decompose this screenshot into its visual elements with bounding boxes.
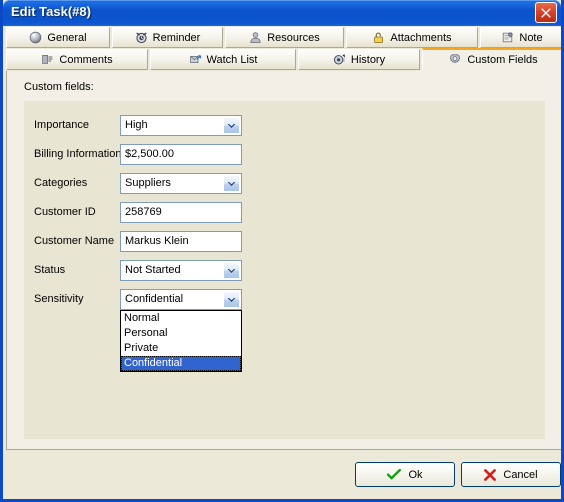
field-label: Customer Name — [34, 235, 115, 247]
field-value: High — [125, 119, 148, 131]
chevron-down-icon[interactable] — [223, 291, 240, 308]
ok-button[interactable]: Ok — [355, 462, 455, 487]
gear-icon — [450, 54, 461, 64]
field-row-importance: Importance High — [24, 115, 545, 136]
dropdown-option-personal[interactable]: Personal — [121, 326, 241, 341]
customer-name-input[interactable]: Markus Klein — [120, 231, 242, 252]
tab-custom-fields[interactable]: Custom Fields — [422, 48, 561, 71]
chevron-down-icon[interactable] — [223, 117, 240, 134]
field-row-billing-information: Billing Information $2,500.00 — [24, 144, 545, 165]
tab-label: Comments — [59, 53, 113, 66]
field-value: Markus Klein — [125, 235, 189, 247]
tab-row-2: Comments Watch List History Custom Field… — [6, 48, 561, 71]
field-value: Confidential — [125, 293, 184, 305]
tab-row-1: General Reminder Resources Attachments N… — [6, 26, 561, 49]
cancel-button-label: Cancel — [503, 468, 538, 481]
sensitivity-combo[interactable]: Confidential — [120, 289, 242, 310]
history-clock-icon — [333, 54, 345, 65]
tab-strip: General Reminder Resources Attachments N… — [6, 26, 561, 72]
tab-label: Resources — [267, 31, 320, 44]
tab-label: Attachments — [390, 31, 452, 44]
tab-note[interactable]: Note — [480, 27, 561, 48]
tab-label: General — [47, 31, 87, 44]
sensitivity-dropdown-list[interactable]: Normal Personal Private Confidential — [120, 310, 242, 372]
ok-button-label: Ok — [408, 468, 423, 481]
field-label: Customer ID — [34, 206, 96, 218]
cross-icon — [484, 468, 497, 481]
tab-history[interactable]: History — [298, 49, 420, 70]
field-label: Importance — [34, 119, 90, 131]
field-label: Categories — [34, 177, 88, 189]
field-label: Status — [34, 264, 66, 276]
field-row-categories: Categories Suppliers — [24, 173, 545, 194]
dropdown-option-confidential[interactable]: Confidential — [121, 356, 241, 371]
check-icon — [387, 469, 402, 480]
field-value: Not Started — [125, 264, 181, 276]
field-value: 258769 — [125, 206, 162, 218]
dropdown-option-normal[interactable]: Normal — [121, 311, 241, 326]
window-title: Edit Task(#8) — [11, 4, 91, 19]
comments-icon — [42, 55, 53, 64]
title-bar: Edit Task(#8) — [3, 0, 561, 26]
field-row-status: Status Not Started — [24, 260, 545, 281]
tab-attachments[interactable]: Attachments — [346, 27, 478, 48]
tab-label: History — [350, 53, 386, 66]
tab-label: Note — [519, 31, 543, 44]
sphere-icon — [30, 31, 42, 44]
field-row-customer-id: Customer ID 258769 — [24, 202, 545, 223]
customer-id-input[interactable]: 258769 — [120, 202, 242, 223]
field-value: Suppliers — [125, 177, 171, 189]
alarm-clock-icon — [136, 32, 147, 44]
tab-comments[interactable]: Comments — [6, 49, 148, 70]
panel-heading: Custom fields: — [24, 81, 94, 93]
tab-general[interactable]: General — [6, 27, 110, 48]
person-icon — [250, 32, 261, 43]
field-value: $2,500.00 — [125, 148, 174, 160]
dropdown-option-private[interactable]: Private — [121, 341, 241, 356]
tab-reminder[interactable]: Reminder — [112, 27, 223, 48]
watch-list-icon — [189, 55, 201, 63]
tab-resources[interactable]: Resources — [225, 27, 344, 48]
edit-task-dialog: Edit Task(#8) General Reminder Resources… — [0, 0, 564, 502]
custom-fields-group: Importance High Billing Information $2,5… — [24, 101, 545, 439]
paperclip-lock-icon — [374, 32, 384, 43]
tab-watch-list[interactable]: Watch List — [150, 49, 296, 70]
tab-label: Watch List — [206, 53, 258, 66]
chevron-down-icon[interactable] — [223, 262, 240, 279]
field-label: Sensitivity — [34, 293, 84, 305]
importance-combo[interactable]: High — [120, 115, 242, 136]
note-pin-icon — [503, 32, 513, 43]
status-combo[interactable]: Not Started — [120, 260, 242, 281]
billing-information-input[interactable]: $2,500.00 — [120, 144, 242, 165]
tab-label: Custom Fields — [467, 54, 538, 66]
chevron-down-icon[interactable] — [223, 175, 240, 192]
field-row-customer-name: Customer Name Markus Klein — [24, 231, 545, 252]
custom-fields-panel: Custom fields: Importance High Billing I… — [6, 71, 561, 450]
field-label: Billing Information — [34, 148, 122, 160]
close-icon — [541, 8, 551, 18]
cancel-button[interactable]: Cancel — [461, 462, 561, 487]
categories-combo[interactable]: Suppliers — [120, 173, 242, 194]
tab-label: Reminder — [152, 31, 201, 44]
close-button[interactable] — [535, 2, 557, 23]
field-row-sensitivity: Sensitivity Confidential Normal Personal… — [24, 289, 545, 372]
